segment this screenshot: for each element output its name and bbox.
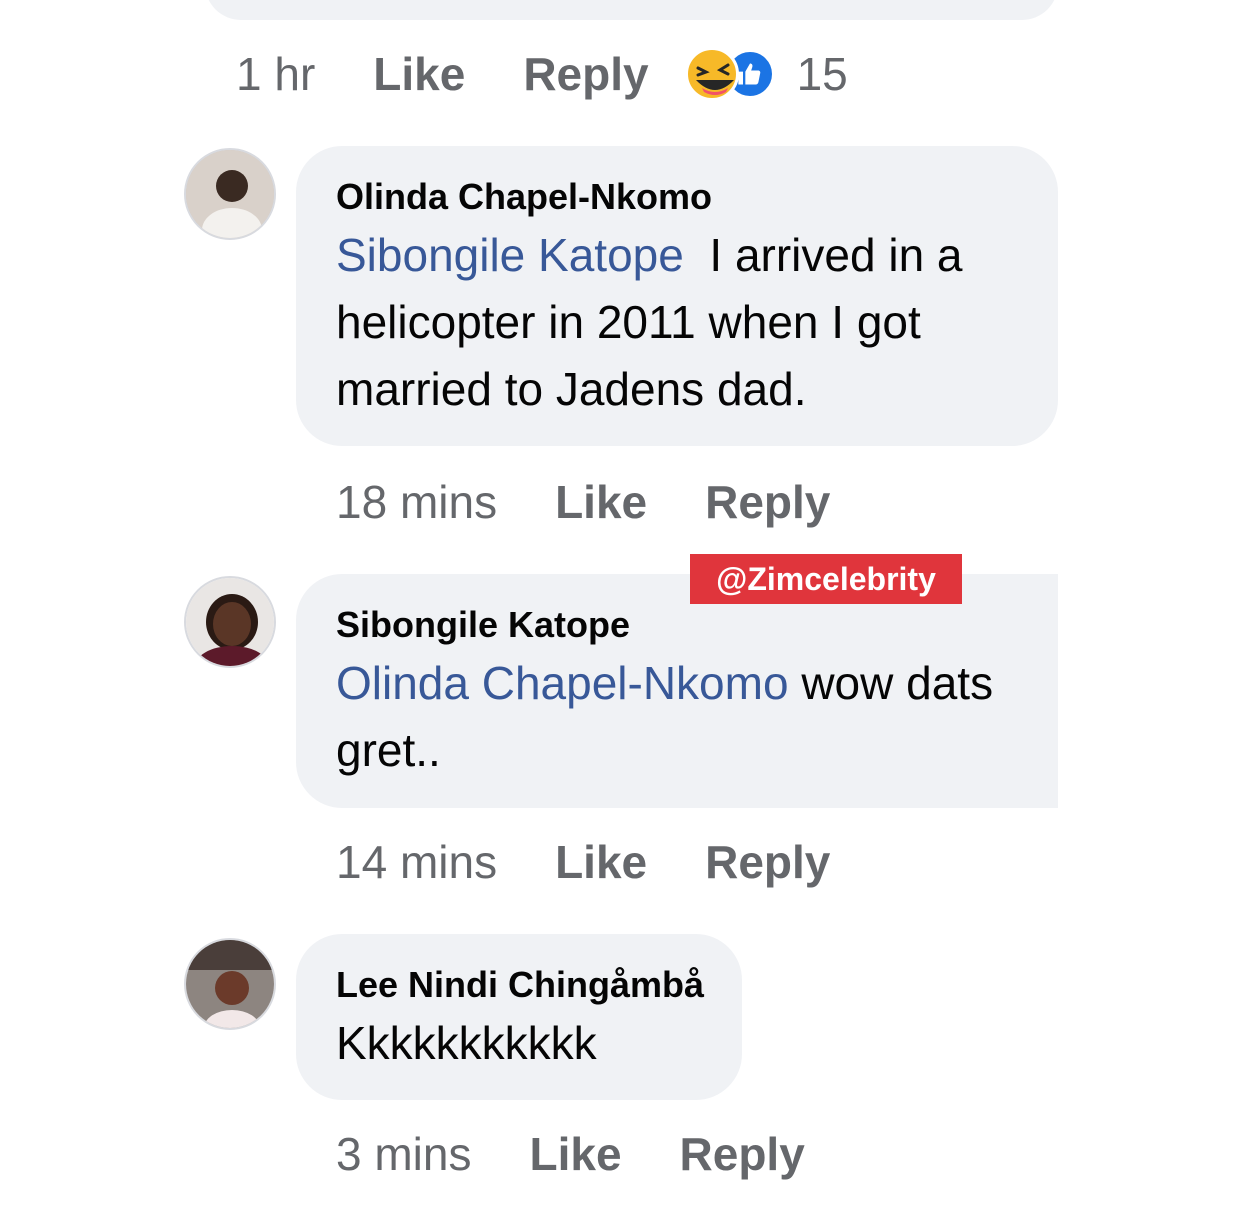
reaction-summary[interactable]: 15 (684, 47, 848, 101)
avatar[interactable] (184, 148, 276, 240)
comment-timestamp: 1 hr (236, 48, 316, 100)
comment-text-line: I arrived in a (709, 229, 963, 281)
like-button[interactable]: Like (373, 47, 465, 101)
comment-timestamp: 3 mins (336, 1128, 472, 1180)
comment-actions: 14 mins Like Reply (336, 832, 830, 892)
avatar-photo-icon (186, 578, 274, 666)
reply-button[interactable]: Reply (705, 475, 830, 529)
comment-timestamp: 18 mins (336, 476, 498, 528)
comment-text: Kkkkkkkkkkk (336, 1017, 597, 1069)
avatar-photo-icon (186, 940, 274, 1028)
like-button[interactable]: Like (555, 835, 647, 889)
comment-author[interactable]: Olinda Chapel-Nkomo (336, 176, 712, 218)
avatar-photo-icon (186, 150, 274, 238)
avatar[interactable] (184, 938, 276, 1030)
reply-button[interactable]: Reply (523, 47, 648, 101)
reply-button[interactable]: Reply (680, 1127, 805, 1181)
mention-link[interactable]: Olinda Chapel-Nkomo (336, 657, 789, 709)
comment-author[interactable]: Sibongile Katope (336, 604, 630, 646)
top-comment-actions: 1 hr Like Reply 15 (236, 44, 848, 104)
comment-text-line: married to Jadens dad. (336, 363, 807, 415)
comment-author[interactable]: Lee Nindi Chingåmbå (336, 964, 704, 1006)
avatar[interactable] (184, 576, 276, 668)
comment-actions: 3 mins Like Reply (336, 1124, 805, 1184)
comment-text-line: wow dats (801, 657, 994, 709)
comment-timestamp: 14 mins (336, 836, 498, 888)
comment-text-line: helicopter in 2011 when I got (336, 296, 921, 348)
previous-comment-bubble (205, 0, 1058, 20)
haha-icon (684, 47, 739, 101)
comment-text-line: gret.. (336, 724, 441, 776)
reaction-count: 15 (796, 48, 848, 100)
like-button[interactable]: Like (555, 475, 647, 529)
comment-text: Olinda Chapel-Nkomo wow dats gret.. (336, 650, 993, 784)
watermark-label: @Zimcelebrity (690, 554, 962, 604)
comment-actions: 18 mins Like Reply (336, 472, 830, 532)
reply-button[interactable]: Reply (705, 835, 830, 889)
mention-link[interactable]: Sibongile Katope (336, 229, 684, 281)
like-button[interactable]: Like (529, 1127, 621, 1181)
comment-text: Sibongile Katope I arrived in a helicopt… (336, 222, 963, 423)
